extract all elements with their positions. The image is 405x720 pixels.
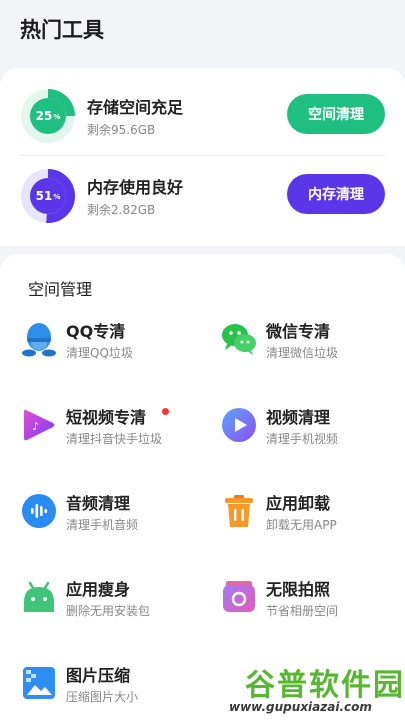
memory-percent: 51	[35, 189, 53, 203]
tool-desc: 清理抖音快手垃圾	[66, 432, 163, 446]
wechat-icon	[222, 324, 256, 355]
memory-status-row[interactable]: 51% 内存使用良好 剩余2.82GB 内存清理	[20, 166, 385, 246]
memory-subtitle: 剩余2.82GB	[87, 203, 156, 217]
tool-qq-clean[interactable]: QQ专清 清理QQ垃圾	[20, 314, 200, 370]
tool-name: 图片压缩	[66, 666, 131, 685]
tool-name: 短视频专清	[66, 408, 147, 427]
storage-status-row[interactable]: 25% 存储空间充足 剩余95.6GB 空间清理	[20, 86, 385, 166]
section-title: 空间管理	[28, 280, 93, 299]
tool-name: 应用卸载	[266, 494, 331, 513]
tool-desc: 清理手机音频	[66, 518, 139, 532]
video-play-icon	[222, 408, 256, 442]
status-card: 25% 存储空间充足 剩余95.6GB 空间清理 51% 内存使用良好 剩余2.…	[0, 68, 405, 246]
space-clean-button[interactable]: 空间清理	[287, 94, 385, 134]
image-compress-icon	[23, 667, 55, 699]
tool-desc: 节省相册空间	[266, 604, 339, 618]
tool-audio-clean[interactable]: 音频清理 清理手机音频	[20, 486, 200, 542]
tool-name: 视频清理	[266, 408, 331, 427]
tool-video-clean[interactable]: 视频清理 清理手机视频	[220, 400, 400, 456]
storage-percent: 25	[35, 109, 53, 123]
storage-subtitle: 剩余95.6GB	[87, 123, 156, 137]
tool-app-slim[interactable]: 应用瘦身 删除无用安装包	[20, 572, 200, 628]
space-management-card: 空间管理 QQ专清 清理QQ垃圾 微信专清 清理微信垃圾 ♪ 短视频专清 清理抖…	[0, 254, 405, 720]
tool-app-uninstall[interactable]: 应用卸载 卸载无用APP	[220, 486, 400, 542]
page-title: 热门工具	[20, 18, 104, 42]
watermark: 谷普软件园 www.gupuxiazai.com	[215, 658, 405, 720]
tool-unlimited-photo[interactable]: 无限拍照 节省相册空间	[220, 572, 400, 628]
memory-clean-button[interactable]: 内存清理	[287, 174, 385, 214]
tool-image-compress[interactable]: 图片压缩 压缩图片大小	[20, 658, 200, 714]
new-badge-dot	[162, 408, 169, 415]
qq-penguin-icon	[22, 323, 56, 357]
memory-usage-ring: 51%	[20, 168, 76, 224]
tool-desc: 清理手机视频	[266, 432, 339, 446]
trash-icon	[225, 495, 253, 527]
tool-name: 应用瘦身	[66, 580, 131, 599]
storage-usage-ring: 25%	[20, 88, 76, 144]
svg-text:♪: ♪	[32, 420, 39, 433]
android-icon	[24, 581, 54, 612]
tool-name: 音频清理	[66, 494, 131, 513]
tool-desc: 清理微信垃圾	[266, 346, 339, 360]
camera-icon	[223, 581, 255, 612]
watermark-url: www.gupuxiazai.com	[229, 700, 372, 714]
tool-desc: 卸载无用APP	[266, 518, 337, 532]
short-video-icon: ♪	[24, 409, 55, 441]
tool-name: QQ专清	[66, 322, 126, 341]
watermark-brand: 谷普软件园	[245, 668, 405, 703]
tool-name: 微信专清	[266, 322, 331, 341]
memory-title: 内存使用良好	[87, 178, 184, 197]
tool-desc: 删除无用安装包	[66, 604, 151, 618]
tool-short-video-clean[interactable]: ♪ 短视频专清 清理抖音快手垃圾	[20, 400, 200, 456]
storage-title: 存储空间充足	[87, 98, 184, 117]
tool-desc: 清理QQ垃圾	[66, 346, 133, 360]
tool-desc: 压缩图片大小	[66, 690, 139, 704]
tool-name: 无限拍照	[266, 580, 331, 599]
divider	[20, 155, 385, 156]
tool-wechat-clean[interactable]: 微信专清 清理微信垃圾	[220, 314, 400, 370]
audio-wave-icon	[22, 494, 56, 528]
